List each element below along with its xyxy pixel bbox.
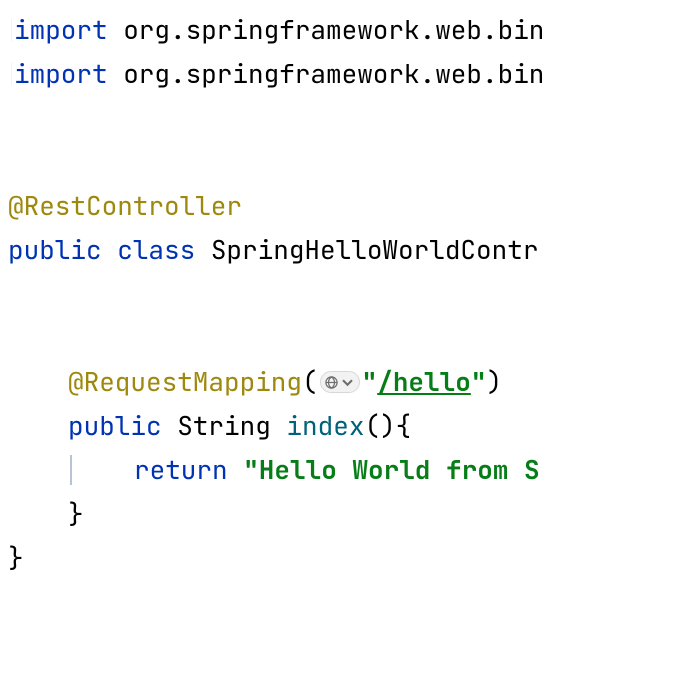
globe-icon <box>324 375 339 390</box>
code-line-import2[interactable]: import org.springframework.web.bin <box>0 52 680 96</box>
code-line-brace-close-class[interactable]: } <box>0 536 680 580</box>
method-sig-end: (){ <box>364 404 411 448</box>
return-type: String <box>162 404 287 448</box>
gutter-marker-icon <box>0 19 12 41</box>
keyword-public: public <box>68 404 162 448</box>
url-mapping-widget[interactable] <box>320 371 360 393</box>
code-line-blank[interactable] <box>0 316 680 360</box>
code-line-method-decl[interactable]: public String index(){ <box>0 404 680 448</box>
keyword-class: class <box>117 228 195 272</box>
code-line-brace-close-method[interactable]: } <box>0 492 680 536</box>
brace-close: } <box>68 492 84 536</box>
keyword-public: public <box>8 228 102 272</box>
class-name-text: SpringHelloWorldContr <box>195 228 538 272</box>
code-line-requestmapping[interactable]: @RequestMapping( "/hello") <box>0 360 680 404</box>
code-line-blank[interactable] <box>0 140 680 184</box>
paren-close: ) <box>486 360 502 404</box>
return-string: "Hello World from S <box>228 448 540 492</box>
paren-open: ( <box>302 360 318 404</box>
annotation-requestmapping: @RequestMapping <box>68 360 302 404</box>
code-line-import1[interactable]: import org.springframework.web.bin <box>0 8 680 52</box>
package-path: org.springframework.web.bin <box>108 52 545 96</box>
code-line-blank[interactable] <box>0 272 680 316</box>
keyword-return: return <box>134 448 228 492</box>
code-line-restcontroller[interactable]: @RestController <box>0 184 680 228</box>
code-line-blank[interactable] <box>0 96 680 140</box>
code-line-class-decl[interactable]: public class SpringHelloWorldContr <box>0 228 680 272</box>
package-path: org.springframework.web.bin <box>108 8 545 52</box>
gutter-marker-icon <box>0 63 12 85</box>
chevron-down-icon <box>340 375 355 390</box>
keyword-import: import <box>14 52 108 96</box>
string-quote: " <box>362 360 378 404</box>
annotation-restcontroller: @RestController <box>8 184 242 228</box>
keyword-import: import <box>14 8 108 52</box>
caret-indicator <box>70 455 72 485</box>
string-quote: " <box>471 360 487 404</box>
url-path-string[interactable]: /hello <box>377 360 471 404</box>
code-line-return[interactable]: return "Hello World from S <box>0 448 680 492</box>
brace-close: } <box>8 536 24 580</box>
method-name: index <box>286 404 364 448</box>
